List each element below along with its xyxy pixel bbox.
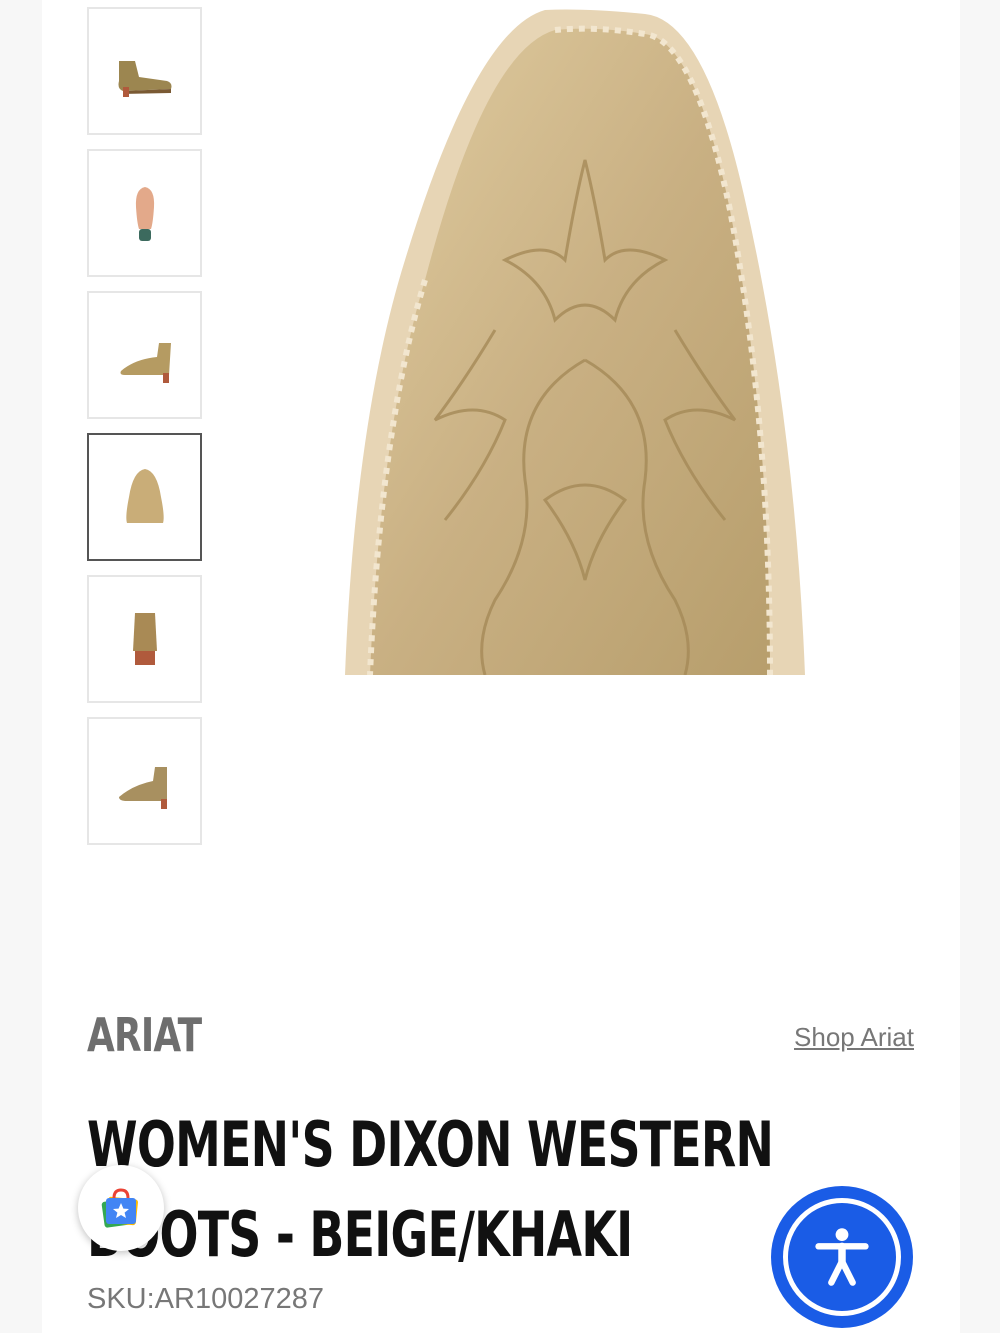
shop-brand-link[interactable]: Shop Ariat xyxy=(794,1022,914,1053)
main-product-image[interactable] xyxy=(345,0,815,675)
shopping-assistant-button[interactable] xyxy=(78,1165,164,1251)
boot-side-icon xyxy=(118,61,171,97)
shopping-bag-star-icon xyxy=(101,1188,138,1228)
thumbnail-angle-view[interactable] xyxy=(87,717,202,845)
boot-toe-icon xyxy=(125,469,164,523)
accessibility-button[interactable] xyxy=(771,1186,913,1328)
boot-back-icon xyxy=(132,613,157,665)
thumbnail-sole-view[interactable] xyxy=(87,149,202,277)
brand-name: ARIAT xyxy=(87,1008,202,1062)
thumbnail-back-view[interactable] xyxy=(87,575,202,703)
product-sku: SKU:AR10027287 xyxy=(87,1283,324,1315)
boot-inner-side-icon xyxy=(120,343,171,383)
thumbnail-side-view[interactable] xyxy=(87,7,202,135)
boot-sole-icon xyxy=(135,187,154,241)
boot-angle-icon xyxy=(118,767,167,809)
thumbnail-inner-side-view[interactable] xyxy=(87,291,202,419)
accessibility-ring xyxy=(783,1198,901,1316)
accessibility-person-icon xyxy=(815,1228,869,1286)
boot-toe-closeup-icon xyxy=(345,9,805,675)
thumbnail-toe-view[interactable] xyxy=(87,433,202,561)
